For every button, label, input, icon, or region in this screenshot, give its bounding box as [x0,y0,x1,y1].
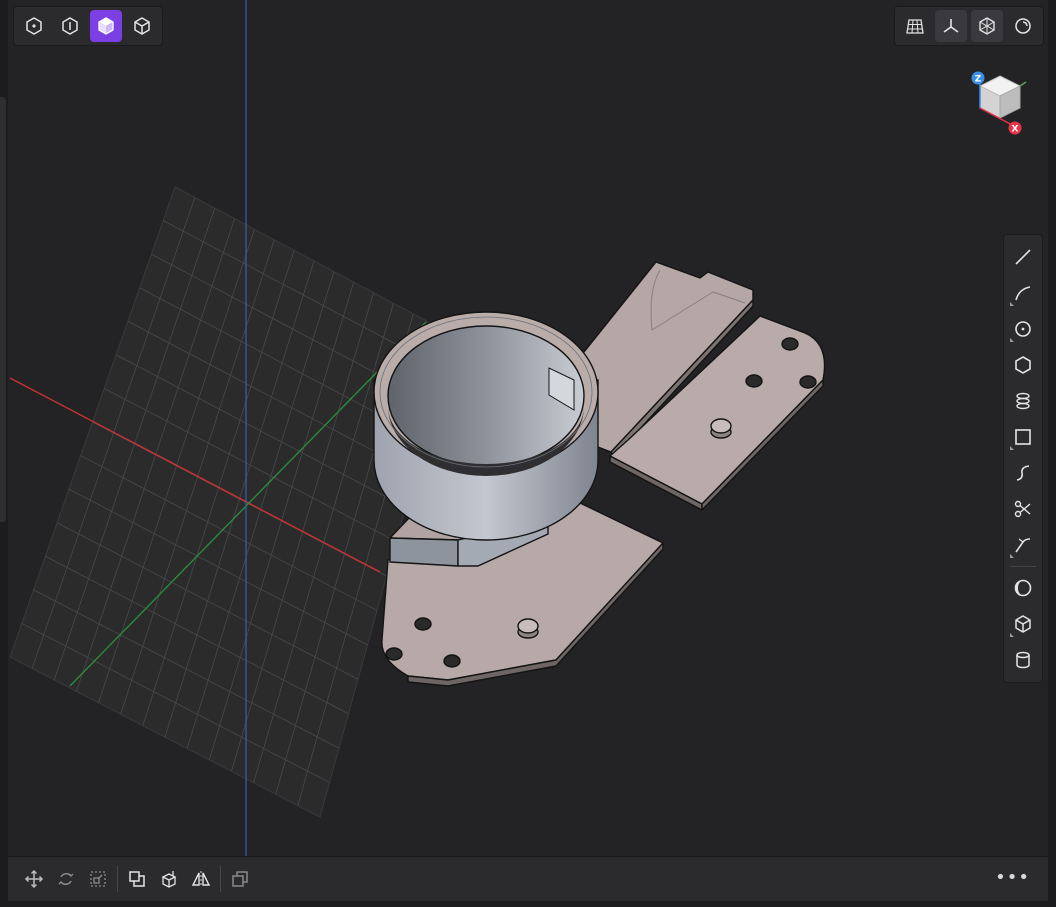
box-tool-icon [1015,615,1031,633]
hidden-line-view-button[interactable] [126,10,158,42]
3d-viewport[interactable] [8,0,1048,856]
rotate-button[interactable] [51,864,81,894]
side-panel-edge[interactable] [0,97,6,522]
circle-tool-button[interactable] [1007,313,1039,345]
xray-toggle-button[interactable] [971,10,1003,42]
move-button[interactable] [19,864,49,894]
fillet-sketch-tool-button[interactable] [1007,529,1039,561]
more-options-button[interactable]: ••• [995,869,1030,887]
ground-grid [9,186,454,818]
offset-icon [129,871,145,887]
gizmo-z-label: Z [975,75,982,85]
gizmo-x-label: X [1012,125,1019,135]
move-icon [24,869,44,889]
extrude-face-icon [161,871,177,888]
points-view-icon [26,17,42,35]
3d-scene[interactable] [8,0,1048,856]
arc-tool-icon [1015,286,1031,301]
shaded-view-button[interactable] [90,10,122,42]
mirror-button[interactable] [186,864,216,894]
grid-toggle-button[interactable] [899,10,931,42]
axes-toggle-icon [943,19,959,33]
pattern-tool-icon [1016,392,1030,410]
rectangle-tool-icon [1015,429,1031,445]
lighting-toggle-button[interactable] [1007,10,1039,42]
shell-tool-button[interactable] [1007,572,1039,604]
toolbar-separator [1010,566,1036,567]
xray-toggle-icon [979,17,995,35]
spline-tool-button[interactable] [1007,457,1039,489]
wireframe-view-icon [62,17,78,35]
axes-toggle-button[interactable] [935,10,967,42]
display-toolbar [894,6,1044,46]
shaded-view-icon [98,17,114,35]
line-tool-button[interactable] [1007,241,1039,273]
scale-button[interactable] [83,864,113,894]
sketch-tools-toolbar [1003,234,1043,683]
rear-bracket[interactable] [567,261,826,511]
circle-tool-icon [1015,321,1031,337]
duplicate-icon [232,871,248,887]
grid-toggle-icon [906,19,924,34]
cylindrical-cup[interactable] [373,311,599,541]
mirror-icon [191,871,211,887]
box-tool-button[interactable] [1007,608,1039,640]
cylinder-tool-button[interactable] [1007,644,1039,676]
offset-button[interactable] [122,864,152,894]
orientation-gizmo[interactable]: Z X [970,66,1030,138]
rotate-icon [58,873,74,885]
view-mode-toolbar [13,6,163,46]
rectangle-tool-button[interactable] [1007,421,1039,453]
trim-tool-button[interactable] [1007,493,1039,525]
duplicate-button[interactable] [225,864,255,894]
polygon-tool-icon [1015,356,1031,374]
polygon-tool-button[interactable] [1007,349,1039,381]
pattern-tool-button[interactable] [1007,385,1039,417]
hidden-line-view-icon [134,17,150,35]
bottom-toolbar: ••• [8,856,1048,901]
wireframe-view-button[interactable] [54,10,86,42]
toolbar-separator [220,866,221,892]
cylinder-tool-icon [1016,651,1030,669]
lighting-toggle-icon [1015,18,1031,34]
extrude-face-button[interactable] [154,864,184,894]
shell-tool-icon [1014,579,1032,597]
line-tool-icon [1015,249,1031,265]
scale-icon [90,871,106,887]
points-view-button[interactable] [18,10,50,42]
fillet-sketch-tool-icon [1015,538,1031,553]
spline-tool-icon [1016,465,1030,481]
toolbar-separator [117,866,118,892]
trim-tool-icon [1014,500,1031,518]
arc-tool-button[interactable] [1007,277,1039,309]
